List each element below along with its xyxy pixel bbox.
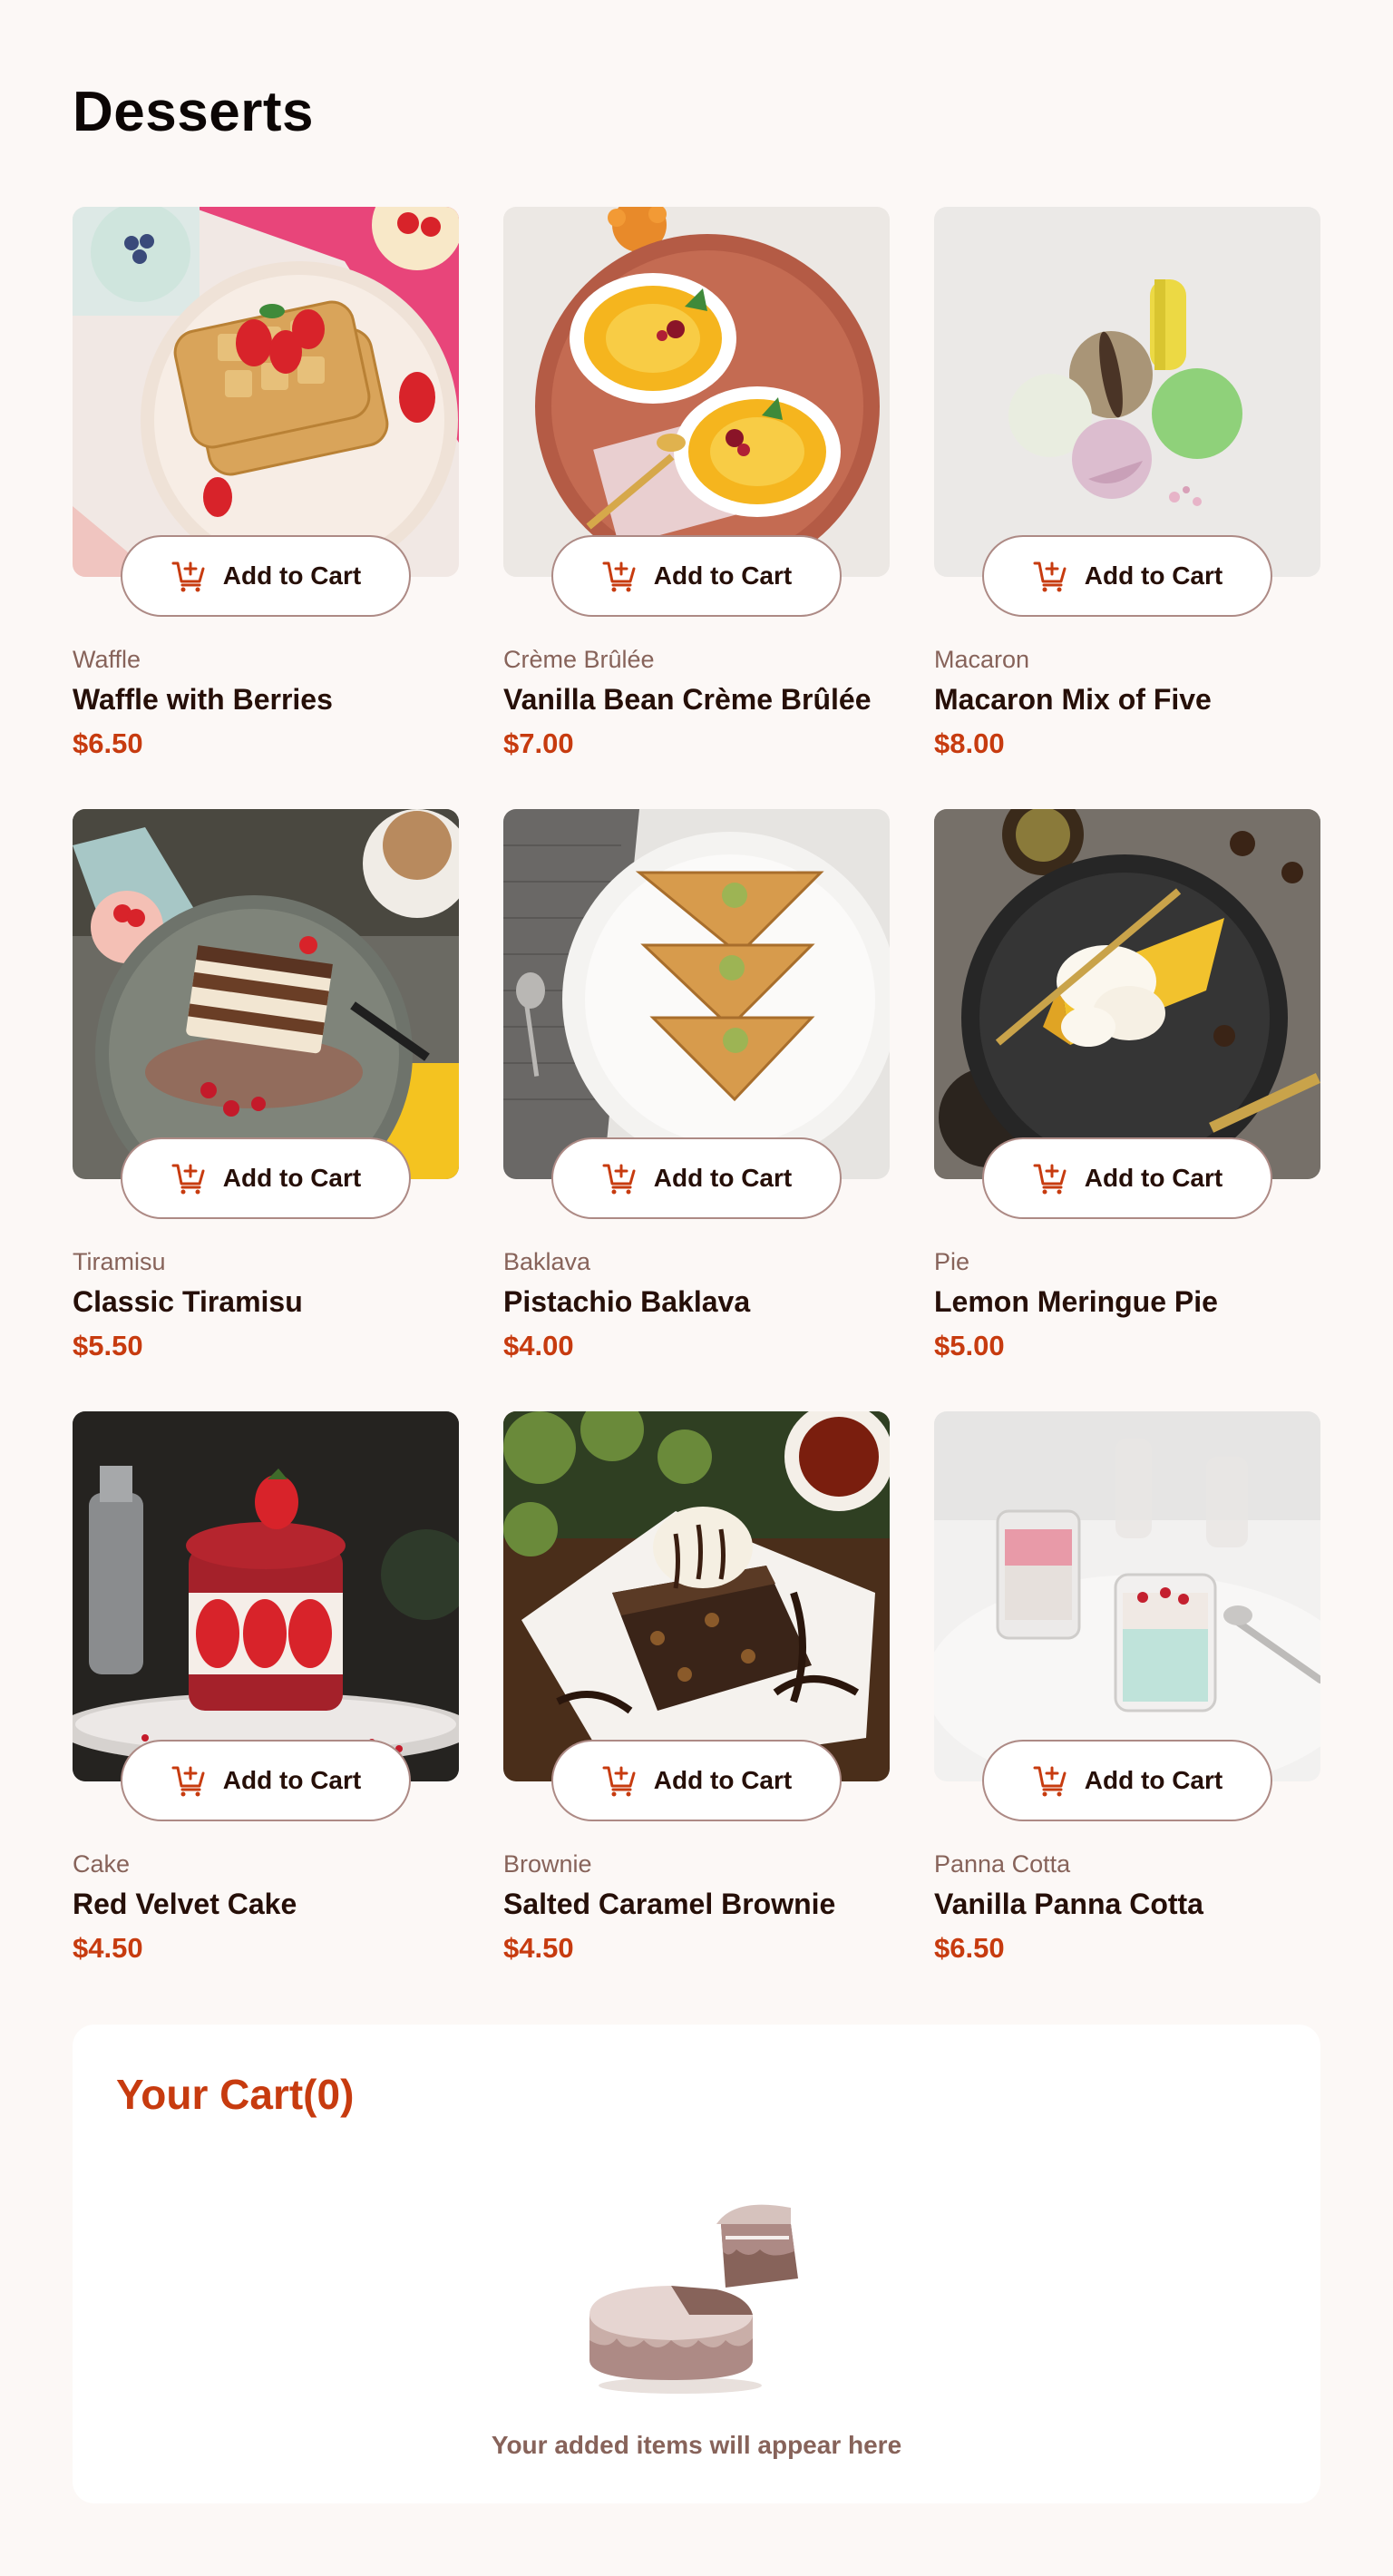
add-to-cart-icon (1032, 1160, 1068, 1196)
add-to-cart-icon (1032, 558, 1068, 594)
product-image-panna-cotta (934, 1411, 1320, 1781)
add-to-cart-label: Add to Cart (222, 1164, 362, 1192)
product-category: Brownie (503, 1850, 592, 1878)
product-category: Macaron (934, 646, 1030, 673)
add-to-cart-label: Add to Cart (222, 561, 362, 590)
product-info: Baklava Pistachio Baklava $4.00 (503, 1248, 750, 1362)
product-name: Lemon Meringue Pie (934, 1285, 1218, 1318)
add-to-cart-icon (170, 558, 207, 594)
add-to-cart-icon (170, 1762, 207, 1799)
product-info: Macaron Macaron Mix of Five $8.00 (934, 646, 1212, 760)
product-name: Vanilla Bean Crème Brûlée (503, 683, 872, 716)
product-card: Add to Cart Tiramisu Classic Tiramisu $5… (73, 809, 459, 1411)
add-to-cart-button[interactable]: Add to Cart (551, 1740, 842, 1821)
product-price: $6.50 (73, 727, 143, 759)
add-to-cart-button[interactable]: Add to Cart (121, 1740, 411, 1821)
empty-cake-illustration (589, 2204, 798, 2394)
product-image-macaron (934, 207, 1320, 577)
product-card: Add to Cart Pie Lemon Meringue Pie $5.00 (934, 809, 1320, 1411)
product-category: Crème Brûlée (503, 646, 655, 673)
product-image-pie (934, 809, 1320, 1179)
add-to-cart-icon (601, 1762, 638, 1799)
add-to-cart-label: Add to Cart (1084, 561, 1223, 590)
add-to-cart-label: Add to Cart (653, 1164, 793, 1192)
product-info: Tiramisu Classic Tiramisu $5.50 (73, 1248, 303, 1362)
product-category: Tiramisu (73, 1248, 166, 1275)
product-image-baklava (503, 809, 890, 1179)
add-to-cart-label: Add to Cart (653, 561, 793, 590)
product-image-creme-brulee (503, 207, 890, 577)
product-name: Waffle with Berries (73, 683, 333, 716)
add-to-cart-button[interactable]: Add to Cart (982, 535, 1272, 617)
cart-title: Your Cart(0) (116, 2071, 355, 2118)
product-card: Add to Cart Crème Brûlée Vanilla Bean Cr… (503, 207, 890, 809)
product-price: $8.00 (934, 727, 1005, 759)
product-price: $4.50 (73, 1932, 143, 1964)
add-to-cart-button[interactable]: Add to Cart (551, 535, 842, 617)
cart-panel: Your Cart(0) Your added items will appea… (73, 2025, 1320, 2503)
add-to-cart-icon (1032, 1762, 1068, 1799)
add-to-cart-icon (601, 558, 638, 594)
add-to-cart-label: Add to Cart (653, 1766, 793, 1794)
product-price: $5.00 (934, 1330, 1005, 1361)
product-card: Add to Cart Baklava Pistachio Baklava $4… (503, 809, 890, 1411)
product-card: Add to Cart Panna Cotta Vanilla Panna Co… (934, 1411, 1320, 2014)
product-info: Brownie Salted Caramel Brownie $4.50 (503, 1850, 835, 1965)
product-card: Add to Cart Cake Red Velvet Cake $4.50 (73, 1411, 459, 2014)
add-to-cart-label: Add to Cart (1084, 1766, 1223, 1794)
product-info: Pie Lemon Meringue Pie $5.00 (934, 1248, 1218, 1362)
product-image-brownie (503, 1411, 890, 1781)
product-price: $6.50 (934, 1932, 1005, 1964)
product-info: Cake Red Velvet Cake $4.50 (73, 1850, 297, 1965)
add-to-cart-label: Add to Cart (1084, 1164, 1223, 1192)
add-to-cart-button[interactable]: Add to Cart (982, 1740, 1272, 1821)
product-card: Add to Cart Brownie Salted Caramel Brown… (503, 1411, 890, 2014)
product-image-cake (73, 1411, 459, 1781)
product-name: Pistachio Baklava (503, 1285, 751, 1318)
add-to-cart-button[interactable]: Add to Cart (121, 1137, 411, 1219)
product-image-waffle (73, 207, 459, 577)
product-image-tiramisu (73, 809, 459, 1179)
product-name: Classic Tiramisu (73, 1285, 303, 1318)
product-category: Baklava (503, 1248, 591, 1275)
page-title: Desserts (73, 81, 314, 143)
product-grid: Add to Cart Waffle Waffle with Berries $… (73, 207, 1320, 2014)
product-info: Panna Cotta Vanilla Panna Cotta $6.50 (934, 1850, 1203, 1965)
add-to-cart-label: Add to Cart (222, 1766, 362, 1794)
product-name: Vanilla Panna Cotta (934, 1888, 1203, 1920)
product-category: Pie (934, 1248, 970, 1275)
product-card: Add to Cart Waffle Waffle with Berries $… (73, 207, 459, 809)
empty-cart-message: Your added items will appear here (491, 2431, 902, 2459)
product-price: $4.00 (503, 1330, 574, 1361)
product-name: Salted Caramel Brownie (503, 1888, 836, 1920)
product-price: $7.00 (503, 727, 574, 759)
add-to-cart-button[interactable]: Add to Cart (551, 1137, 842, 1219)
product-price: $5.50 (73, 1330, 143, 1361)
product-category: Cake (73, 1850, 131, 1878)
add-to-cart-icon (170, 1160, 207, 1196)
product-price: $4.50 (503, 1932, 574, 1964)
add-to-cart-button[interactable]: Add to Cart (982, 1137, 1272, 1219)
product-name: Red Velvet Cake (73, 1888, 297, 1920)
product-category: Panna Cotta (934, 1850, 1071, 1878)
add-to-cart-button[interactable]: Add to Cart (121, 535, 411, 617)
product-card: Add to Cart Macaron Macaron Mix of Five … (934, 207, 1320, 809)
product-info: Crème Brûlée Vanilla Bean Crème Brûlée $… (503, 646, 872, 760)
product-category: Waffle (73, 646, 141, 673)
product-info: Waffle Waffle with Berries $6.50 (73, 646, 333, 760)
add-to-cart-icon (601, 1160, 638, 1196)
product-name: Macaron Mix of Five (934, 683, 1212, 716)
